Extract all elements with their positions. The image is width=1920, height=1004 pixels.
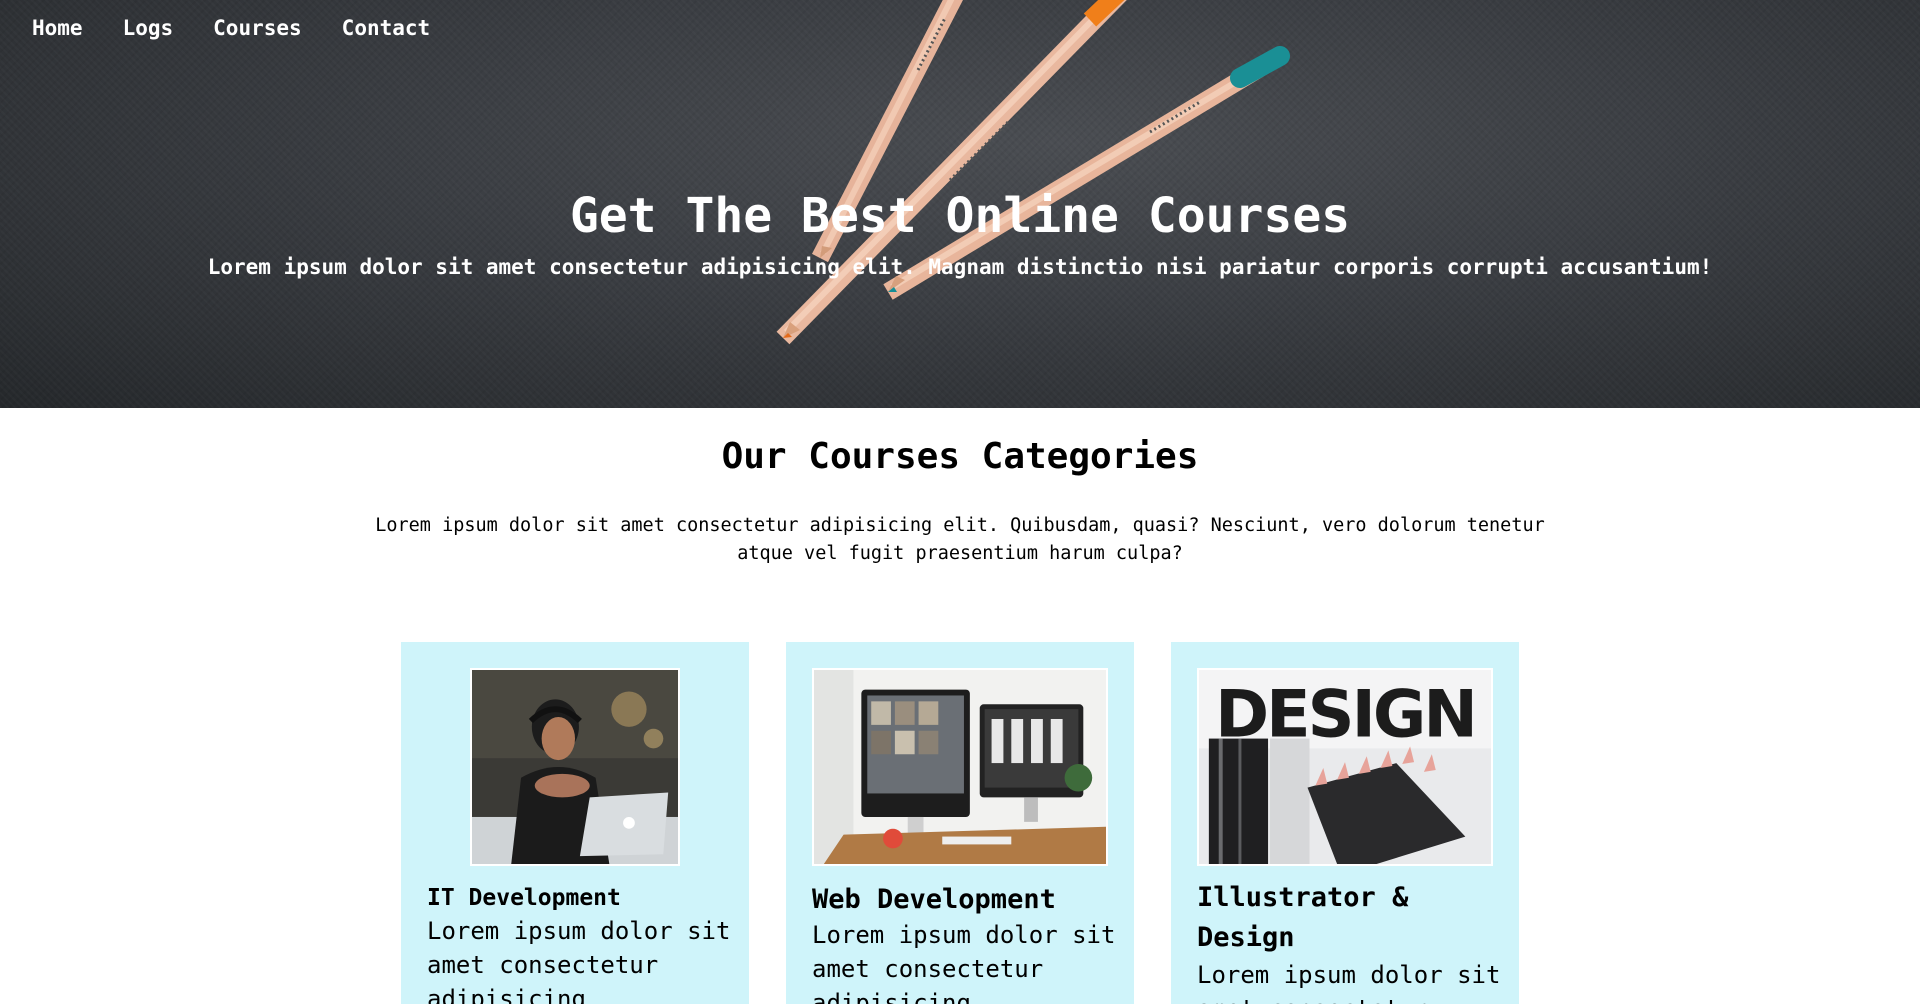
main-nav: Home Logs Courses Contact — [32, 14, 470, 42]
desk-monitors-image — [812, 668, 1108, 866]
course-card-it-development[interactable]: IT Development Lorem ipsum dolor sit ame… — [401, 642, 749, 1004]
design-pencils-image: DESIGN — [1197, 668, 1493, 866]
nav-contact-link[interactable]: Contact — [342, 14, 431, 42]
card-title: IT Development — [427, 885, 621, 911]
course-card-illustrator-design[interactable]: DESIGN Illustrator & Design Lorem ipsum … — [1171, 642, 1519, 1004]
nav-home-link[interactable]: Home — [32, 14, 83, 42]
card-text: Lorem ipsum dolor sit amet consectetur a… — [812, 921, 1116, 1004]
nav-logs-link[interactable]: Logs — [123, 14, 174, 42]
card-title: Web Development — [812, 884, 1056, 915]
nav-courses-link[interactable]: Courses — [213, 14, 302, 42]
person-at-laptop-image — [470, 668, 680, 866]
course-card-web-development[interactable]: Web Development Lorem ipsum dolor sit am… — [786, 642, 1134, 1004]
categories-description: Lorem ipsum dolor sit amet consectetur a… — [375, 515, 1545, 564]
hero-title: Get The Best Online Courses — [569, 188, 1351, 244]
card-text: Lorem ipsum dolor sit amet consectetur a… — [427, 917, 731, 1004]
card-text: Lorem ipsum dolor sit amet consectetur — [1197, 961, 1501, 1004]
hero-banner: Home Logs Courses Contact Get The Best O… — [0, 0, 1920, 408]
categories-title: Our Courses Categories — [721, 436, 1199, 477]
card-title: Illustrator & Design — [1197, 882, 1409, 953]
hero-subtitle: Lorem ipsum dolor sit amet consectetur a… — [207, 255, 1713, 279]
